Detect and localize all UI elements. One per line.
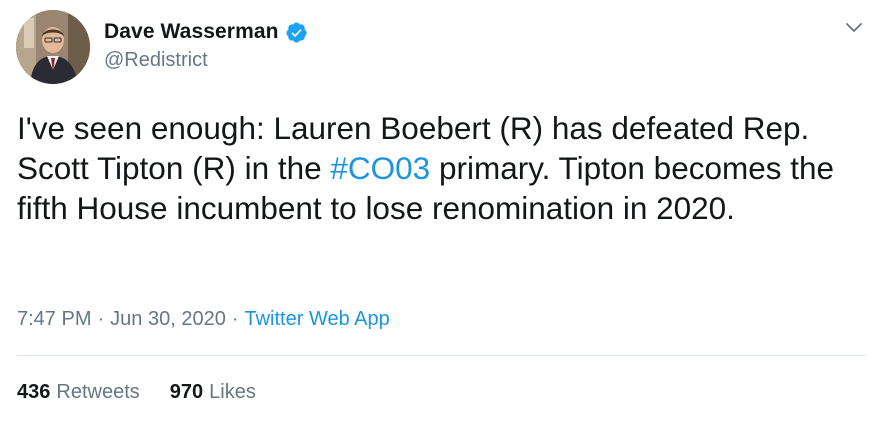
likes-stat[interactable]: 970 Likes [170, 381, 256, 404]
author-display-name[interactable]: Dave Wasserman [104, 20, 279, 44]
chevron-down-icon[interactable] [843, 16, 865, 38]
tweet-stats: 436 Retweets 970 Likes [17, 381, 256, 404]
tweet-date[interactable]: Jun 30, 2020 [110, 308, 226, 330]
tweet-metadata: 7:47 PM · Jun 30, 2020 · Twitter Web App [17, 308, 390, 331]
tweet-time[interactable]: 7:47 PM [17, 308, 91, 330]
tweet-card: Dave Wasserman @Redistrict I've seen eno… [0, 0, 882, 424]
hashtag-link[interactable]: #CO03 [330, 150, 430, 186]
separator-dot: · [97, 308, 105, 330]
author-name-row[interactable]: Dave Wasserman [104, 20, 308, 44]
tweet-source-link[interactable]: Twitter Web App [244, 308, 389, 330]
avatar[interactable] [16, 10, 90, 84]
divider [17, 355, 867, 356]
tweet-text: I've seen enough: Lauren Boebert (R) has… [17, 108, 857, 228]
retweets-stat[interactable]: 436 Retweets [17, 381, 140, 404]
avatar-photo [16, 10, 90, 84]
retweets-label: Retweets [56, 381, 140, 403]
author-handle[interactable]: @Redistrict [104, 49, 208, 72]
likes-label: Likes [209, 381, 256, 403]
likes-count: 970 [169, 381, 204, 403]
separator-dot: · [231, 308, 239, 330]
retweets-count: 436 [17, 381, 51, 403]
verified-badge-icon [285, 21, 308, 44]
